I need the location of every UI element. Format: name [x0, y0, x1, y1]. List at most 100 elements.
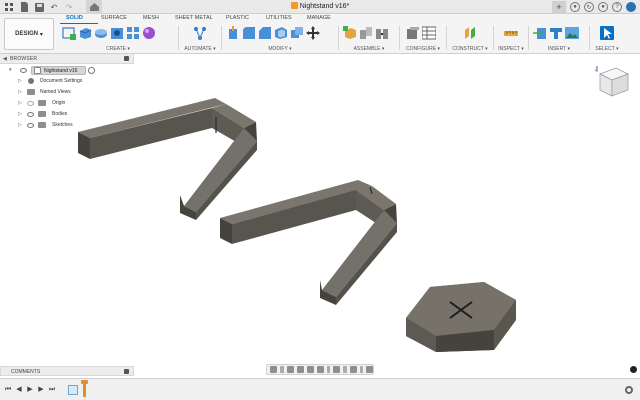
pan-icon[interactable] — [296, 366, 304, 373]
shell-icon[interactable] — [274, 26, 288, 40]
offset-plane-icon[interactable] — [463, 26, 477, 40]
tab-manage[interactable]: MANAGE — [307, 15, 331, 21]
viewcube-icon[interactable]: Z — [594, 62, 632, 102]
configure-group-label[interactable]: CONFIGURE ▾ — [402, 46, 444, 52]
fillet-icon[interactable] — [242, 26, 256, 40]
expand-arrow-icon[interactable]: ▷ — [18, 89, 22, 95]
expand-arrow-icon[interactable]: ▷ — [18, 78, 22, 84]
move-icon[interactable] — [306, 26, 320, 40]
step-forward-icon[interactable]: ▶ — [37, 386, 45, 394]
grid-settings-icon[interactable] — [349, 366, 357, 373]
extensions-icon[interactable]: ● — [570, 2, 580, 12]
combine-icon[interactable] — [290, 26, 304, 40]
fit-icon[interactable] — [316, 366, 324, 373]
browser-panel-header[interactable]: ◀ BROWSER — [0, 54, 134, 64]
browser-item-sketches[interactable]: ▷ Sketches — [0, 121, 134, 130]
visibility-eye-icon[interactable] — [20, 68, 27, 73]
browser-item-origin[interactable]: ▷ Origin — [0, 99, 134, 108]
browser-item-bodies[interactable]: ▷ Bodies — [0, 110, 134, 119]
construct-group-label[interactable]: CONSTRUCT ▾ — [449, 46, 491, 52]
look-at-icon[interactable] — [286, 366, 294, 373]
measure-icon[interactable] — [504, 26, 518, 40]
visibility-eye-icon[interactable] — [27, 112, 34, 117]
expand-arrow-icon[interactable]: ▷ — [18, 100, 22, 106]
help-icon[interactable]: ? — [612, 2, 622, 12]
tab-surface[interactable]: SURFACE — [101, 15, 127, 21]
select-group-label[interactable]: SELECT ▾ — [592, 46, 622, 52]
toolbar-divider — [446, 26, 447, 50]
insert-group-label[interactable]: INSERT ▾ — [531, 46, 587, 52]
zoom-icon[interactable] — [306, 366, 314, 373]
new-component-icon[interactable] — [343, 26, 357, 40]
comments-panel-header[interactable]: COMMENTS — [0, 366, 134, 376]
expand-arrow-icon[interactable]: ▷ — [18, 111, 22, 117]
pin-icon[interactable] — [124, 56, 129, 61]
visibility-eye-icon[interactable] — [27, 123, 34, 128]
workspace-switcher-button[interactable]: DESIGN ▾ — [4, 18, 54, 50]
new-tab-button[interactable]: + — [552, 1, 566, 13]
expand-arrow-icon[interactable]: ▷ — [18, 122, 22, 128]
form-icon[interactable] — [142, 26, 156, 40]
insert-mesh-icon[interactable] — [549, 26, 563, 40]
browser-item-named-views[interactable]: ▷ Named Views — [0, 88, 134, 97]
tab-plastic[interactable]: PLASTIC — [226, 15, 249, 21]
orbit-icon[interactable] — [270, 366, 277, 373]
dropdown-icon[interactable] — [280, 366, 284, 373]
browser-title: BROWSER — [10, 56, 38, 62]
visibility-eye-icon[interactable] — [27, 101, 34, 106]
joint-icon[interactable] — [359, 26, 373, 40]
extrude-icon[interactable] — [78, 26, 92, 40]
document-title-text: Nightstand v16* — [299, 3, 350, 10]
create-group-label[interactable]: CREATE ▾ — [60, 46, 176, 52]
job-status-icon[interactable]: ↻ — [584, 2, 594, 12]
tab-mesh[interactable]: MESH — [143, 15, 159, 21]
dropdown-icon[interactable] — [326, 366, 330, 373]
go-to-start-icon[interactable]: ⏮ — [4, 386, 12, 394]
tab-utilities[interactable]: UTILITIES — [266, 15, 292, 21]
active-radio-icon[interactable] — [88, 67, 95, 74]
toolbar-divider — [338, 26, 339, 50]
modify-group-label[interactable]: MODIFY ▾ — [224, 46, 336, 52]
display-settings-icon[interactable] — [333, 366, 340, 373]
assemble-group-label[interactable]: ASSEMBLE ▾ — [341, 46, 397, 52]
browser-root-item[interactable]: ▾ Nightstand v16 — [0, 66, 134, 75]
hole-icon[interactable] — [110, 26, 124, 40]
dropdown-icon[interactable] — [359, 366, 363, 373]
dropdown-icon[interactable] — [343, 366, 347, 373]
as-built-joint-icon[interactable] — [375, 26, 389, 40]
pin-icon[interactable] — [124, 369, 129, 374]
timeline-marker[interactable] — [83, 382, 86, 397]
bracket-body-lower[interactable] — [220, 180, 397, 305]
viewports-icon[interactable] — [366, 366, 373, 373]
tab-sheet-metal[interactable]: SHEET METAL — [175, 15, 213, 21]
title-bar: ↶ ↷ Nightstand v16* + ● ↻ ● ? — [0, 0, 640, 14]
canvas-icon[interactable] — [565, 26, 579, 40]
timeline-sketch-feature[interactable] — [68, 385, 78, 395]
revolve-icon[interactable] — [94, 26, 108, 40]
configure-icon[interactable] — [406, 26, 420, 40]
notifications-icon[interactable]: ● — [598, 2, 608, 12]
panel-toggle-icon[interactable] — [630, 366, 637, 373]
root-component-label: Nightstand v16 — [44, 68, 78, 74]
chamfer-icon[interactable] — [258, 26, 272, 40]
go-to-end-icon[interactable]: ⏭ — [48, 386, 56, 394]
insert-derive-icon[interactable] — [533, 26, 547, 40]
create-sketch-icon[interactable] — [62, 26, 76, 40]
gear-icon[interactable] — [625, 386, 633, 394]
title-bar-right-tools: + ● ↻ ● ? — [552, 1, 636, 13]
configuration-table-icon[interactable] — [421, 26, 437, 40]
step-back-icon[interactable]: ◀ — [15, 386, 23, 394]
automate-icon[interactable] — [193, 26, 207, 40]
browser-item-document-settings[interactable]: ▷ Document Settings — [0, 77, 134, 86]
inspect-group-label[interactable]: INSPECT ▾ — [496, 46, 526, 52]
tab-solid[interactable]: SOLID — [66, 15, 83, 21]
play-icon[interactable]: ▶ — [26, 386, 34, 394]
automate-group-label[interactable]: AUTOMATE ▾ — [181, 46, 219, 52]
press-pull-icon[interactable] — [226, 26, 240, 40]
select-cursor-icon[interactable] — [600, 26, 614, 40]
pattern-icon[interactable] — [126, 26, 140, 40]
hex-puck-body[interactable] — [406, 282, 516, 352]
avatar[interactable] — [626, 2, 636, 12]
collapse-arrow-icon[interactable]: ◀ — [3, 56, 7, 62]
collapse-arrow-icon[interactable]: ▾ — [9, 67, 12, 73]
